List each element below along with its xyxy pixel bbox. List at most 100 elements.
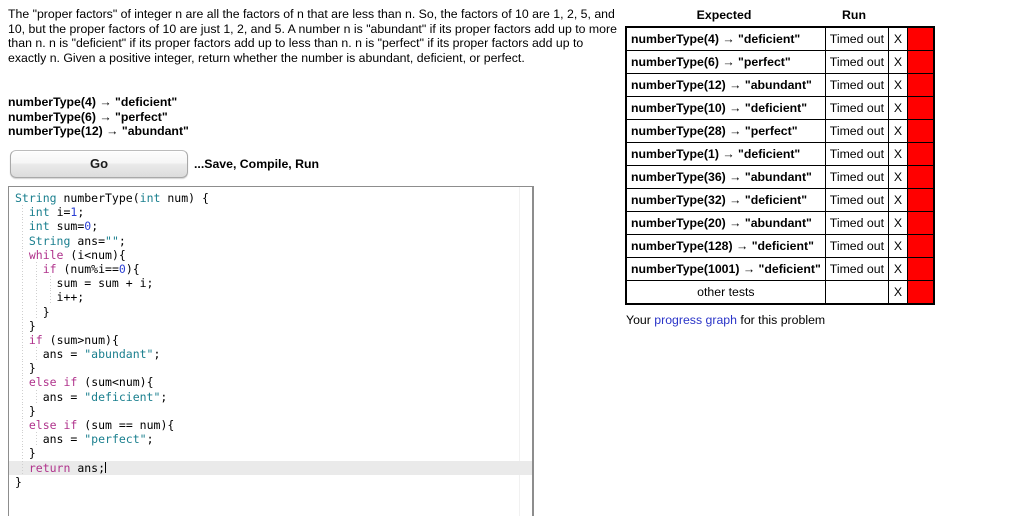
table-row: numberType(128) → "deficient" Timed out X: [625, 234, 935, 258]
code-token: (num%i==: [56, 261, 119, 276]
code-token: "abundant": [84, 347, 154, 362]
cell-expected: numberType(4) → "deficient": [625, 26, 826, 51]
cell-fail-mark: X: [888, 119, 909, 143]
cell-run: Timed out: [824, 142, 890, 166]
code-line: int i=1;: [9, 205, 532, 220]
table-row: numberType(20) → "abundant" Timed out X: [625, 211, 935, 235]
code-token: ){: [125, 261, 140, 276]
code-line: }: [9, 475, 532, 489]
code-token: }: [15, 446, 36, 461]
status-badge: [907, 234, 935, 258]
code-line: else if (sum<num){: [9, 375, 532, 390]
code-token: return: [28, 460, 71, 475]
code-token: if: [63, 418, 78, 432]
code-token: }: [15, 474, 22, 489]
code-token: (i<num){: [63, 247, 126, 262]
code-editor[interactable]: String numberType(int num) { int i=1; in…: [8, 186, 534, 516]
indent-guide: [21, 205, 23, 220]
column-header-run: Run: [842, 8, 866, 22]
cell-fail-mark: X: [888, 211, 909, 235]
code-line: }: [9, 403, 532, 418]
progress-graph-line: Your progress graph for this problem: [626, 313, 825, 327]
code-token: ;: [77, 205, 85, 220]
code-token: else: [28, 418, 57, 432]
code-token: int: [28, 205, 50, 220]
indent-guide: [21, 403, 23, 418]
code-lines: String numberType(int num) { int i=1; in…: [9, 187, 532, 489]
table-row: numberType(1) → "deficient" Timed out X: [625, 142, 935, 166]
code-token: else: [28, 375, 57, 390]
cell-fail-mark: X: [888, 73, 909, 97]
status-swatch: [908, 120, 934, 142]
code-line: return ans;: [9, 460, 532, 475]
code-token: ans;: [70, 460, 106, 475]
table-row: numberType(12) → "abundant" Timed out X: [625, 73, 935, 97]
code-token: ;: [153, 347, 161, 362]
code-token: ;: [118, 233, 126, 248]
cell-fail-mark: X: [888, 50, 909, 74]
cell-expected: numberType(28) → "perfect": [625, 119, 826, 143]
code-line: String ans="";: [9, 233, 532, 248]
code-token: }: [15, 403, 36, 418]
status-swatch: [908, 235, 934, 257]
problem-description: The "proper factors" of integer n are al…: [8, 7, 617, 65]
status-swatch: [908, 74, 934, 96]
list-item: numberType(4) → "deficient": [8, 95, 178, 109]
cell-run: Timed out: [824, 26, 890, 51]
code-token: ans =: [15, 347, 85, 362]
status-swatch: [908, 97, 934, 119]
code-line: if (sum>num){: [9, 332, 532, 348]
cell-fail-mark: X: [888, 26, 909, 51]
results-panel: Expected Run numberType(4) → "deficient"…: [624, 0, 1024, 511]
problem-panel: The "proper factors" of integer n are al…: [0, 0, 624, 516]
list-item: numberType(6) → "perfect": [8, 109, 168, 124]
indent-guide: [35, 304, 37, 319]
code-token: "deficient": [84, 389, 161, 404]
code-token: ;: [146, 432, 154, 447]
status-badge: [907, 165, 935, 189]
code-token: sum=: [49, 219, 85, 234]
cell-expected: numberType(36) → "abundant": [625, 165, 826, 189]
code-token: 0: [118, 261, 126, 276]
indent-guide: [21, 290, 23, 305]
cell-run: Timed out: [824, 165, 890, 189]
progress-graph-link[interactable]: progress graph: [654, 313, 737, 327]
code-token: "": [105, 233, 119, 248]
cell-fail-mark: X: [888, 142, 909, 166]
indent-guide: [21, 233, 23, 248]
indent-guide: [35, 261, 37, 277]
cell-fail-mark: X: [888, 234, 909, 258]
status-badge: [907, 211, 935, 235]
cell-expected: numberType(10) → "deficient": [625, 96, 826, 120]
cell-fail-mark: X: [888, 280, 909, 305]
status-swatch: [908, 51, 934, 73]
status-swatch: [908, 212, 934, 234]
status-badge: [907, 188, 935, 212]
indent-guide: [35, 389, 37, 404]
cell-expected: numberType(6) → "perfect": [625, 50, 826, 74]
cell-run: Timed out: [824, 119, 890, 143]
code-token: num) {: [160, 191, 209, 205]
code-line: int sum=0;: [9, 219, 532, 234]
cell-expected: other tests: [625, 280, 826, 305]
cell-expected: numberType(1001) → "deficient": [625, 257, 826, 281]
code-token: ;: [91, 219, 99, 234]
indent-guide: [21, 375, 23, 390]
status-badge: [907, 96, 935, 120]
table-row: numberType(28) → "perfect" Timed out X: [625, 119, 935, 143]
code-line: }: [9, 318, 532, 333]
indent-guide: [21, 361, 23, 376]
text-cursor: [105, 461, 107, 473]
indent-guide: [21, 247, 23, 262]
status-badge: [907, 73, 935, 97]
indent-guide: [21, 432, 23, 447]
status-swatch: [908, 189, 934, 211]
code-token: if: [28, 332, 43, 347]
go-button[interactable]: Go: [10, 150, 188, 178]
status-swatch: [908, 166, 934, 188]
cell-run: Timed out: [824, 211, 890, 235]
cell-fail-mark: X: [888, 165, 909, 189]
